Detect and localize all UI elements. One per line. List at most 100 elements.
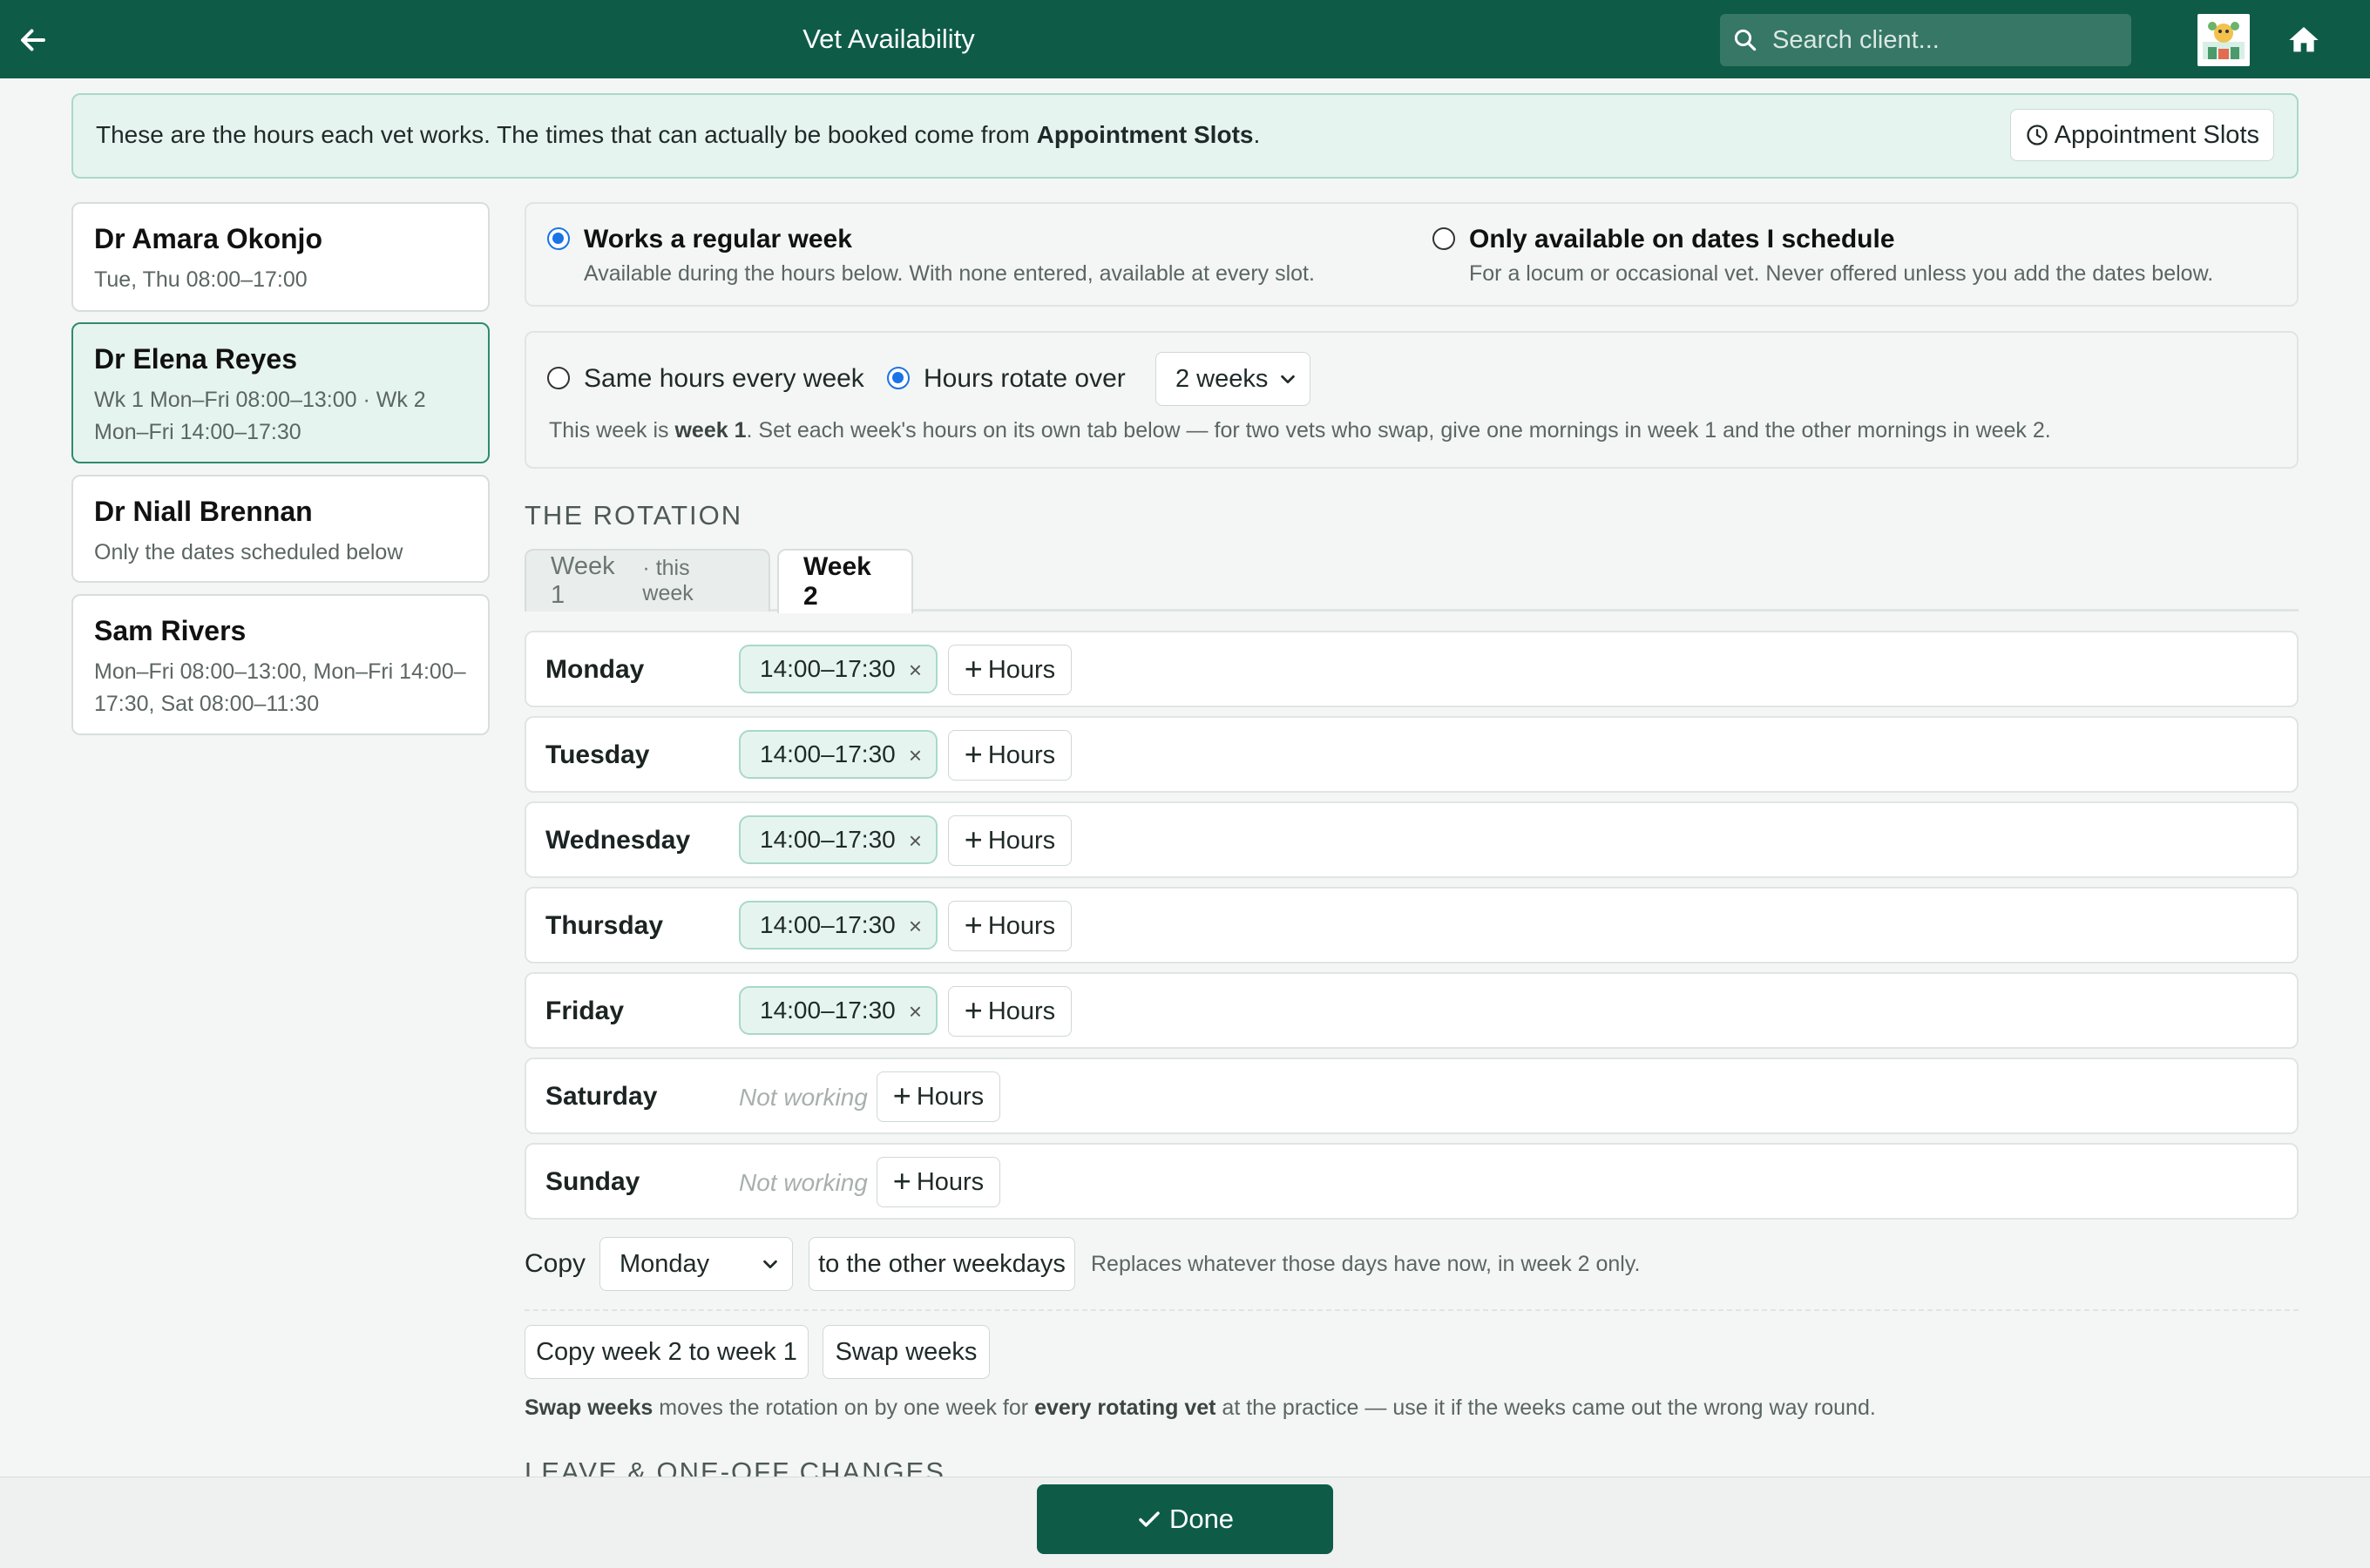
tab-week-2-label: Week 2 [803,552,871,611]
day-name: Wednesday [545,826,691,855]
done-button[interactable]: Done [1037,1484,1333,1554]
home-button[interactable] [2283,19,2325,61]
time-slot-label: 14:00–17:30 [760,826,896,853]
search-box[interactable] [1720,14,2131,66]
copy-day-value: Monday [620,1249,710,1278]
time-slot-label: 14:00–17:30 [760,997,896,1024]
copy-label: Copy [525,1249,586,1278]
add-hours-label: Hours [916,1167,985,1196]
regular-week-title[interactable]: Works a regular week [584,225,852,254]
appointment-slots-label: Appointment Slots [2054,120,2259,149]
day-row-wednesday: Wednesday 14:00–17:30 × + Hours [525,801,2299,878]
add-hours-button[interactable]: + Hours [877,1157,1000,1207]
rotation-weeks-select[interactable]: 2 weeks [1155,352,1310,406]
availability-mode-box: Works a regular week Available during th… [525,202,2299,307]
day-row-friday: Friday 14:00–17:30 × + Hours [525,972,2299,1049]
remove-slot-icon[interactable]: × [909,998,922,1025]
remove-slot-icon[interactable]: × [909,657,922,684]
same-hours-radio[interactable] [547,367,570,389]
same-hours-label[interactable]: Same hours every week [584,364,864,394]
add-hours-label: Hours [987,997,1056,1025]
day-name: Friday [545,997,625,1025]
banner-text: These are the hours each vet works. The … [96,121,1260,149]
vet-card-elena-reyes[interactable]: Dr Elena Reyes Wk 1 Mon–Fri 08:00–13:00 … [71,322,490,463]
swap-weeks-button[interactable]: Swap weeks [823,1325,990,1379]
time-slot-chip[interactable]: 14:00–17:30 × [739,645,938,693]
plus-icon: + [964,735,983,772]
remove-slot-icon[interactable]: × [909,913,922,940]
regular-week-radio[interactable] [547,227,570,250]
day-name: Saturday [545,1082,658,1111]
not-working-label: Not working [739,1084,868,1111]
remove-slot-icon[interactable]: × [909,828,922,855]
plus-icon: + [964,906,983,943]
scheduled-dates-title[interactable]: Only available on dates I schedule [1469,225,1895,254]
remove-slot-icon[interactable]: × [909,742,922,769]
vet-card-amara-okonjo[interactable]: Dr Amara Okonjo Tue, Thu 08:00–17:00 [71,202,490,312]
day-row-tuesday: Tuesday 14:00–17:30 × + Hours [525,716,2299,793]
copy-day-select[interactable]: Monday [599,1237,793,1291]
chevron-down-icon [1281,375,1295,384]
scheduled-dates-subtitle: For a locum or occasional vet. Never off… [1469,261,2214,286]
practice-logo[interactable] [2197,14,2250,66]
scheduled-dates-radio[interactable] [1432,227,1455,250]
rotation-note-start: This week is [549,418,675,443]
rotate-hours-label[interactable]: Hours rotate over [924,364,1126,394]
swap-note-b1: Swap weeks [525,1396,653,1420]
time-slot-chip[interactable]: 14:00–17:30 × [739,901,938,950]
day-name: Tuesday [545,740,650,769]
swap-note-t2: at the practice — use it if the weeks ca… [1215,1396,1876,1420]
vet-hours: Wk 1 Mon–Fri 08:00–13:00 · Wk 2 Mon–Fri … [94,388,426,444]
add-hours-label: Hours [987,826,1056,855]
vet-card-niall-brennan[interactable]: Dr Niall Brennan Only the dates schedule… [71,475,490,583]
add-hours-button[interactable]: + Hours [877,1071,1000,1122]
tab-week-1[interactable]: Week 1 · this week [525,549,770,612]
time-slot-label: 14:00–17:30 [760,740,896,767]
day-row-sunday: Sunday Not working + Hours [525,1143,2299,1220]
rotation-note-week: week 1 [674,418,747,443]
rotate-hours-radio[interactable] [887,367,910,389]
pets-logo-icon [2203,22,2245,59]
regular-week-subtitle: Available during the hours below. With n… [584,261,1315,286]
vet-name: Dr Amara Okonjo [94,223,322,254]
vet-hours: Tue, Thu 08:00–17:00 [94,267,308,292]
vet-hours: Only the dates scheduled below [94,540,403,564]
top-bar: Vet Availability [0,0,2370,78]
swap-note-b2: every rotating vet [1034,1396,1216,1420]
rotation-note: This week is week 1. Set each week's hou… [549,418,2051,443]
banner-text-start: These are the hours each vet works. The … [96,121,1037,148]
tab-week-1-label: Week 1 [551,552,615,609]
add-hours-button[interactable]: + Hours [948,901,1072,951]
add-hours-button[interactable]: + Hours [948,986,1072,1037]
copy-week-button[interactable]: Copy week 2 to week 1 [525,1325,809,1379]
time-slot-label: 14:00–17:30 [760,655,896,682]
rotation-heading: THE ROTATION [525,500,743,531]
not-working-label: Not working [739,1169,868,1196]
vet-name: Sam Rivers [94,615,247,646]
day-name: Thursday [545,911,664,940]
vet-card-sam-rivers[interactable]: Sam Rivers Mon–Fri 08:00–13:00, Mon–Fri … [71,594,490,735]
add-hours-button[interactable]: + Hours [948,815,1072,866]
plus-icon: + [964,650,983,686]
check-icon [1139,1511,1160,1527]
chevron-down-icon [763,1260,777,1269]
time-slot-chip[interactable]: 14:00–17:30 × [739,730,938,779]
day-row-thursday: Thursday 14:00–17:30 × + Hours [525,887,2299,963]
plus-icon: + [964,991,983,1028]
search-input[interactable] [1771,24,2102,56]
tab-week-2[interactable]: Week 2 [777,549,913,613]
divider [525,1309,2299,1311]
time-slot-chip[interactable]: 14:00–17:30 × [739,815,938,864]
add-hours-label: Hours [987,655,1056,684]
time-slot-chip[interactable]: 14:00–17:30 × [739,986,938,1035]
day-name: Monday [545,655,645,684]
copy-to-weekdays-button[interactable]: to the other weekdays [809,1237,1075,1291]
vet-hours: Mon–Fri 08:00–13:00, Mon–Fri 14:00–17:30… [94,659,466,716]
banner-emphasis: Appointment Slots [1036,121,1254,148]
info-banner: These are the hours each vet works. The … [71,93,2299,179]
add-hours-button[interactable]: + Hours [948,730,1072,781]
add-hours-label: Hours [987,911,1056,940]
swap-note-t1: moves the rotation on by one week for [653,1396,1035,1420]
add-hours-button[interactable]: + Hours [948,645,1072,695]
appointment-slots-button[interactable]: Appointment Slots [2009,109,2274,161]
